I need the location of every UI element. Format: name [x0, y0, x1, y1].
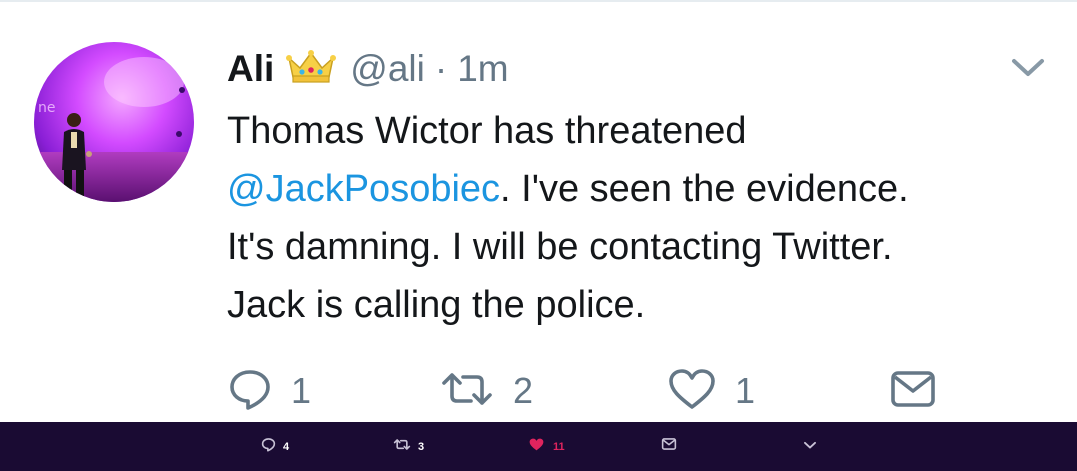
author-handle[interactable]: @ali [350, 48, 425, 90]
chevron-down-icon[interactable] [1006, 52, 1050, 82]
like-button[interactable]: 1 [667, 366, 755, 416]
bottom-more-button[interactable] [802, 422, 818, 471]
retweet-icon [393, 437, 411, 457]
reply-icon [261, 437, 276, 457]
mention-link[interactable]: @JackPosobiec [227, 168, 500, 210]
divider [0, 0, 1077, 2]
text-segment: . I've seen the evidence. [500, 168, 909, 210]
retweet-button[interactable]: 2 [439, 366, 533, 416]
heart-icon [667, 366, 717, 417]
retweet-icon [439, 366, 495, 417]
author-name[interactable]: Ali [227, 48, 274, 90]
tweet-text-line: @JackPosobiec. I've seen the evidence. [227, 160, 1067, 218]
avatar-photo: ne [34, 42, 194, 202]
timestamp[interactable]: 1m [457, 48, 508, 90]
reply-button[interactable]: 1 [227, 366, 311, 416]
separator-dot: · [434, 48, 448, 89]
bottom-retweet-count: 3 [418, 440, 425, 453]
reply-icon [227, 366, 273, 417]
text-segment: Thomas Wictor has threatened [227, 110, 747, 152]
bottom-retweet-button[interactable]: 3 [393, 422, 424, 471]
bottom-like-button[interactable]: 11 [528, 422, 565, 471]
avatar[interactable]: ne [34, 42, 194, 202]
tweet-text-line: Thomas Wictor has threatened [227, 102, 1067, 160]
like-count: 1 [735, 370, 756, 411]
envelope-icon [889, 367, 937, 416]
bottom-action-bar: 4 3 11 [0, 422, 1077, 471]
tweet-actions: 1 2 1 [227, 366, 947, 416]
bottom-reply-button[interactable]: 4 [261, 422, 289, 471]
text-segment: Jack is calling the police. [227, 284, 646, 326]
tweet-text-line: It's damning. I will be contacting Twitt… [227, 218, 1067, 276]
tweet-text-line: Jack is calling the police. [227, 276, 1067, 334]
bottom-reply-count: 4 [283, 440, 290, 453]
bottom-like-count: 11 [553, 440, 565, 453]
bottom-message-button[interactable] [661, 422, 677, 471]
direct-message-button[interactable] [889, 366, 937, 416]
heart-filled-icon [528, 437, 545, 457]
chevron-down-icon [802, 438, 818, 456]
tweet-page: ne Ali @ali · 1m Thomas Wictor has threa… [0, 0, 1077, 471]
tweet-header: Ali @ali · 1m [227, 44, 509, 94]
reply-count: 1 [291, 370, 312, 411]
svg-text:ne: ne [38, 100, 56, 116]
tweet-text: Thomas Wictor has threatened @JackPosobi… [227, 102, 1067, 334]
crown-icon [286, 49, 337, 89]
text-segment: It's damning. I will be contacting Twitt… [227, 226, 893, 268]
retweet-count: 2 [513, 370, 534, 411]
envelope-icon [661, 437, 677, 456]
